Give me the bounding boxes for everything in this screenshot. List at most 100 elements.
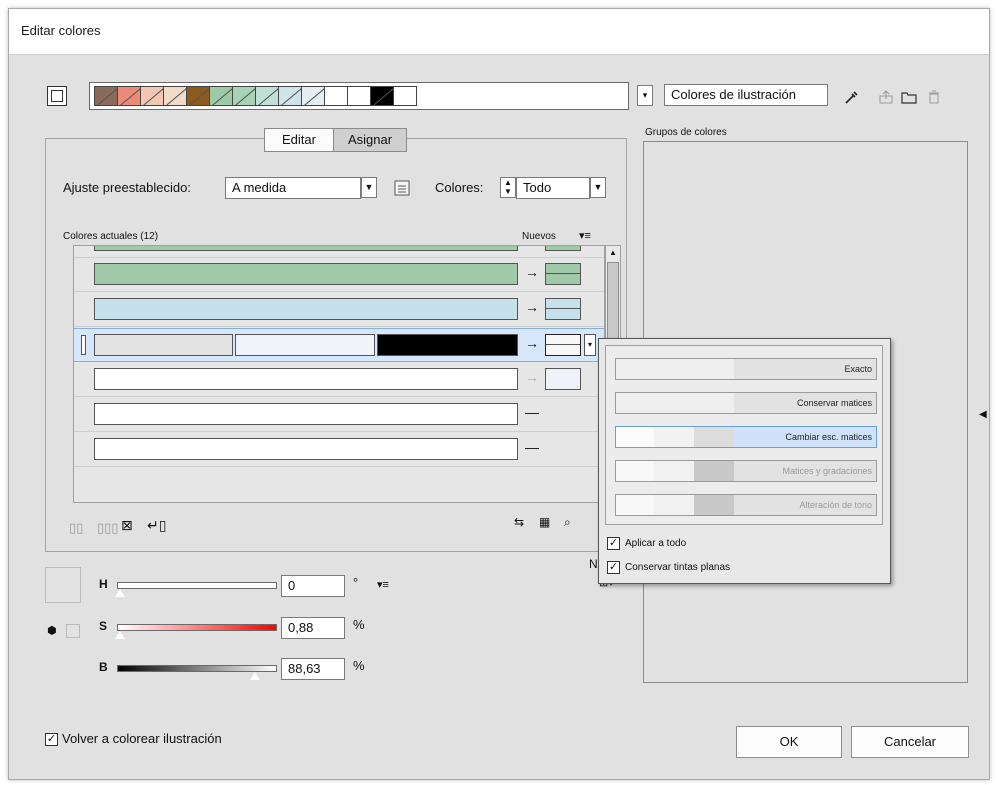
list-options-icon[interactable]: ▾≡ — [579, 229, 591, 242]
strip-swatch[interactable] — [255, 86, 279, 106]
randomize-order-icon[interactable]: ⇆ — [514, 515, 524, 529]
b-slider-track[interactable] — [117, 665, 277, 672]
strip-swatch[interactable] — [186, 86, 210, 106]
preset-options-icon[interactable] — [393, 179, 411, 197]
apply-all-checkbox[interactable]: ✓ — [607, 537, 620, 550]
color-group-toggle-button[interactable] — [47, 86, 67, 106]
b-slider-thumb[interactable] — [249, 671, 261, 681]
color-row[interactable]: — — [74, 398, 604, 432]
strip-swatch[interactable] — [347, 86, 371, 106]
colors-count-label: Colores: — [435, 180, 484, 195]
strip-swatch[interactable] — [370, 86, 394, 106]
method-option[interactable]: Cambiar esc. matices — [615, 426, 877, 448]
new-color-swatch[interactable] — [545, 298, 581, 320]
h-slider-track[interactable] — [117, 582, 277, 589]
color-bar[interactable] — [94, 334, 234, 356]
color-bar[interactable] — [94, 438, 518, 460]
color-bar[interactable] — [94, 298, 518, 320]
ok-button[interactable]: OK — [736, 726, 842, 758]
merge-colors-icon[interactable]: ▯▯ — [69, 520, 83, 536]
strip-swatch[interactable] — [94, 86, 118, 106]
find-icon[interactable]: ⌕ — [564, 515, 571, 530]
square-icon — [51, 90, 63, 102]
tab-asignar[interactable]: Asignar — [333, 128, 407, 152]
method-label: Cambiar esc. matices — [785, 432, 872, 442]
color-group-name-field[interactable]: Colores de ilustración — [664, 84, 828, 106]
tab-editar[interactable]: Editar — [264, 128, 334, 152]
method-preview-segment — [616, 495, 654, 515]
color-row[interactable]: → — [74, 258, 604, 292]
preserve-spot-checkbox[interactable]: ✓ — [607, 561, 620, 574]
row-arrow: — — [525, 404, 539, 420]
scroll-up-icon[interactable]: ▲ — [609, 248, 617, 257]
strip-swatch[interactable] — [117, 86, 141, 106]
new-color-swatch[interactable] — [545, 263, 581, 285]
h-value-field[interactable]: 0 — [281, 575, 345, 597]
preset-dropdown-arrow[interactable]: ▼ — [361, 177, 377, 198]
partial-label: N — [589, 557, 598, 571]
b-value-field[interactable]: 88,63 — [281, 658, 345, 680]
strip-swatch[interactable] — [209, 86, 233, 106]
strip-swatch[interactable] — [232, 86, 256, 106]
slider-options-icon[interactable]: ▾≡ — [377, 578, 389, 591]
method-option: Alteración de tono — [615, 494, 877, 516]
strip-swatch[interactable] — [393, 86, 417, 106]
color-row[interactable]: → ▾ — [74, 328, 604, 362]
color-row[interactable]: → — [74, 293, 604, 327]
colors-count-field[interactable]: Todo — [516, 177, 590, 199]
row-arrow: → — [525, 335, 539, 351]
strip-swatch[interactable] — [140, 86, 164, 106]
color-bar[interactable] — [235, 334, 375, 356]
color-bar[interactable] — [94, 403, 518, 425]
separate-colors-icon[interactable]: ▯▯▯ — [97, 520, 118, 536]
row-drag-handle[interactable] — [81, 335, 86, 355]
s-slider-track[interactable] — [117, 624, 277, 631]
preserve-spot-label: Conservar tintas planas — [625, 562, 731, 573]
h-slider-thumb[interactable] — [114, 588, 126, 598]
colors-count-dropdown-arrow[interactable]: ▼ — [590, 177, 606, 198]
new-row-icon[interactable]: ↵▯ — [147, 517, 166, 534]
randomize-saturation-icon[interactable]: ▦ — [539, 515, 550, 529]
strip-swatch[interactable] — [163, 86, 187, 106]
h-label: H — [99, 577, 108, 591]
strip-swatch[interactable] — [301, 86, 325, 106]
save-group-icon[interactable] — [877, 88, 895, 106]
method-dropdown-button[interactable]: ▾ — [584, 334, 596, 356]
new-color-swatch[interactable] — [545, 246, 581, 251]
expand-panel-icon[interactable]: ◀ — [979, 409, 987, 420]
method-option[interactable]: Conservar matices — [615, 392, 877, 414]
h-unit: ° — [353, 575, 359, 590]
strip-swatch[interactable] — [278, 86, 302, 106]
trash-icon[interactable] — [925, 88, 943, 106]
color-row[interactable]: — — [74, 433, 604, 467]
color-group-dropdown[interactable]: ▾ — [637, 85, 653, 106]
swatch-divider — [546, 344, 580, 345]
color-row[interactable]: → — [74, 363, 604, 397]
color-bar[interactable] — [94, 368, 518, 390]
folder-icon[interactable] — [900, 88, 918, 106]
method-list: Exacto Conservar matices Cambiar esc. mati… — [605, 345, 883, 525]
color-bar[interactable] — [376, 334, 518, 356]
new-color-swatch[interactable] — [545, 334, 581, 356]
color-bar[interactable] — [94, 246, 518, 251]
method-label: Conservar matices — [796, 398, 872, 408]
s-value-field[interactable]: 0,88 — [281, 617, 345, 639]
new-color-swatch[interactable] — [545, 368, 581, 390]
color-group-strip[interactable] — [89, 82, 629, 110]
recolor-artwork-checkbox[interactable]: ✓ — [45, 733, 58, 746]
exclude-color-icon[interactable]: ⊠ — [121, 517, 133, 534]
color-bar[interactable] — [94, 263, 518, 285]
gamut-swatch[interactable] — [66, 624, 80, 638]
row-arrow: → — [525, 369, 539, 385]
strip-swatch[interactable] — [324, 86, 348, 106]
cancel-button[interactable]: Cancelar — [851, 726, 969, 758]
gamut-warning-icon[interactable]: ⬢ — [47, 624, 57, 637]
eyedropper-icon[interactable] — [843, 88, 861, 106]
row-arrow: → — [525, 299, 539, 315]
colors-count-stepper[interactable]: ▲ ▼ — [500, 177, 516, 198]
current-color-preview — [45, 567, 81, 603]
method-preview-segment — [694, 495, 734, 515]
preset-select[interactable]: A medida — [225, 177, 361, 199]
s-slider-thumb[interactable] — [114, 630, 126, 640]
method-option[interactable]: Exacto — [615, 358, 877, 380]
